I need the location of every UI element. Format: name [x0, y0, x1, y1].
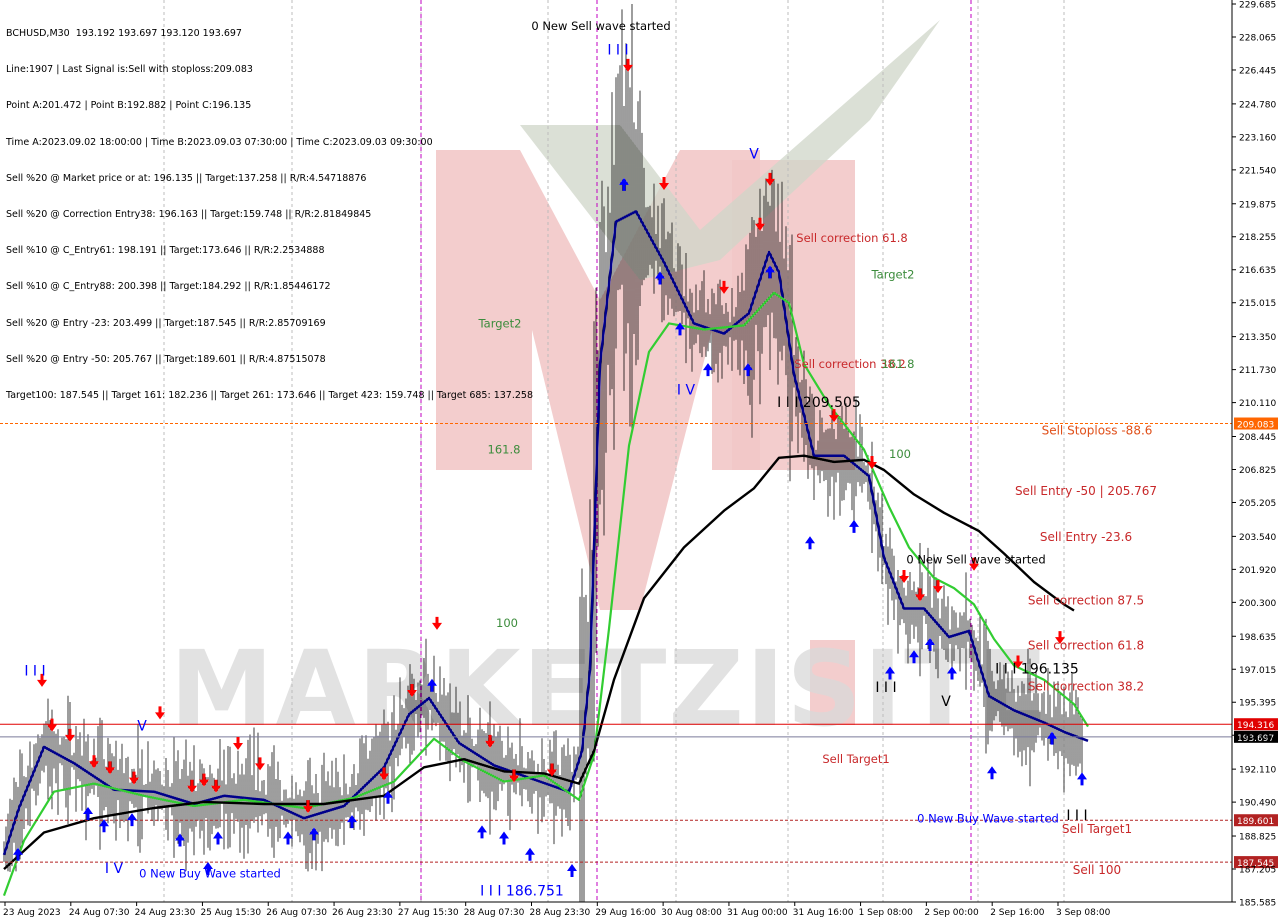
x-tick-label: 26 Aug 23:30: [332, 908, 393, 918]
y-tick-label: 219.875: [1239, 200, 1276, 210]
x-tick-label: 27 Aug 15:30: [398, 908, 459, 918]
info-line: Point A:201.472 | Point B:192.882 | Poin…: [6, 100, 252, 112]
annotation-label: 161.8: [488, 443, 521, 457]
y-tick-label: 218.255: [1239, 233, 1276, 243]
annotation-label: 0 New Buy Wave started: [917, 811, 1059, 825]
y-tick-label: 215.015: [1239, 299, 1276, 309]
annotation-label: I I I 209.505: [777, 395, 861, 411]
x-tick-label: 28 Aug 07:30: [464, 908, 525, 918]
annotation-label: Sell Target1: [822, 752, 889, 766]
x-tick-label: 3 Sep 08:00: [1056, 908, 1111, 918]
y-tick-label: 223.160: [1239, 133, 1276, 143]
annotation-label: I I I: [1066, 808, 1087, 824]
annotation-label: V: [137, 719, 147, 735]
annotation-label: I V: [105, 861, 124, 877]
info-line: Sell %20 @ Entry -23: 203.499 || Target:…: [6, 317, 326, 329]
y-tick-label: 193.775: [1239, 732, 1276, 742]
level-label: Sell Target1: [1062, 822, 1132, 836]
y-tick-label: 205.205: [1239, 499, 1276, 509]
level-label: Sell Entry -23.6: [1040, 530, 1132, 544]
x-tick-label: 25 Aug 15:30: [200, 908, 261, 918]
x-tick-label: 24 Aug 07:30: [69, 908, 130, 918]
y-tick-label: 190.490: [1239, 799, 1276, 809]
annotation-label: Target2: [871, 268, 915, 282]
level-label: Sell correction 38.2: [1028, 680, 1144, 694]
x-tick-label: 31 Aug 16:00: [793, 908, 854, 918]
x-tick-label: 2 Sep 00:00: [924, 908, 979, 918]
y-tick-label: 213.350: [1239, 333, 1276, 343]
annotation-label: 0 New Buy Wave started: [139, 866, 281, 880]
y-tick-label: 198.635: [1239, 633, 1276, 643]
info-line: Sell %20 @ Market price or at: 196.135 |…: [6, 172, 367, 184]
annotation-label: Sell correction 61.8: [796, 231, 907, 245]
info-line: Target100: 187.545 || Target 161: 182.23…: [6, 389, 533, 401]
x-tick-label: 28 Aug 23:30: [530, 908, 591, 918]
annotation-label: 100: [889, 447, 911, 461]
y-tick-label: 211.730: [1239, 366, 1276, 376]
annotation-label: I I I: [24, 664, 45, 680]
annotation-label: I I I: [607, 43, 628, 59]
y-tick-label: 206.825: [1239, 466, 1276, 476]
level-label: Sell Stoploss -88.6: [1042, 424, 1153, 438]
y-tick-label: 226.445: [1239, 66, 1276, 76]
annotation-label: 0 New Sell wave started: [531, 19, 670, 33]
y-tick-label: 224.780: [1239, 100, 1276, 110]
y-tick-label: 188.825: [1239, 833, 1276, 843]
price-tag-text: 194.316: [1237, 721, 1274, 731]
level-label: Sell correction 61.8: [1028, 638, 1144, 652]
y-tick-label: 228.065: [1239, 33, 1276, 43]
y-tick-label: 185.585: [1239, 899, 1276, 909]
annotation-label: 100: [496, 616, 518, 630]
watermark-text: MARKETZISITE: [170, 628, 1050, 750]
y-tick-label: 208.445: [1239, 433, 1276, 443]
annotation-label: 161.8: [882, 357, 915, 371]
y-tick-label: 201.920: [1239, 566, 1276, 576]
annotation-label: V: [941, 694, 951, 710]
info-line: Time A:2023.09.02 18:00:00 | Time B:2023…: [6, 136, 433, 148]
x-tick-label: 2 Sep 16:00: [990, 908, 1045, 918]
y-tick-label: 195.395: [1239, 699, 1276, 709]
y-tick-label: 221.540: [1239, 166, 1276, 176]
price-tag-text: 189.601: [1237, 817, 1274, 827]
x-tick-label: 23 Aug 2023: [3, 908, 61, 918]
info-panel: BCHUSD,M30 193.192 193.697 193.120 193.6…: [6, 4, 533, 414]
x-tick-label: 24 Aug 23:30: [135, 908, 196, 918]
symbol-line: BCHUSD,M30 193.192 193.697 193.120 193.6…: [6, 28, 242, 39]
x-tick-label: 31 Aug 00:00: [727, 908, 788, 918]
y-tick-label: 197.015: [1239, 666, 1276, 676]
y-tick-label: 192.110: [1239, 766, 1276, 776]
annotation-label: 0 New Sell wave started: [906, 553, 1045, 567]
annotation-label: I I I: [875, 680, 896, 696]
annotation-label: I V: [677, 383, 696, 399]
y-tick-label: 203.540: [1239, 533, 1276, 543]
y-tick-label: 210.110: [1239, 399, 1276, 409]
y-tick-label: 200.300: [1239, 599, 1276, 609]
info-line: Sell %10 @ C_Entry61: 198.191 || Target:…: [6, 245, 325, 257]
annotation-label: V: [749, 146, 759, 162]
y-tick-label: 216.635: [1239, 266, 1276, 276]
level-label: Sell 100: [1073, 863, 1121, 877]
level-label: Sell Entry -50 | 205.767: [1015, 484, 1157, 498]
x-tick-label: 30 Aug 08:00: [661, 908, 722, 918]
info-line: Sell %10 @ C_Entry88: 200.398 || Target:…: [6, 281, 331, 293]
x-tick-label: 29 Aug 16:00: [595, 908, 656, 918]
info-line: Sell %20 @ Correction Entry38: 196.163 |…: [6, 208, 372, 220]
y-tick-label: 187.205: [1239, 866, 1276, 876]
y-tick-label: 229.685: [1239, 1, 1276, 11]
x-tick-label: 1 Sep 08:00: [859, 908, 914, 918]
annotation-label: I I I 186.751: [480, 884, 564, 900]
level-label: Sell correction 87.5: [1028, 593, 1144, 607]
info-line: Line:1907 | Last Signal is:Sell with sto…: [6, 64, 253, 76]
annotation-label: I I I 196.135: [995, 662, 1079, 678]
info-line: Sell %20 @ Entry -50: 205.767 || Target:…: [6, 353, 326, 365]
price-tag-text: 209.083: [1237, 421, 1274, 431]
x-tick-label: 26 Aug 07:30: [266, 908, 327, 918]
